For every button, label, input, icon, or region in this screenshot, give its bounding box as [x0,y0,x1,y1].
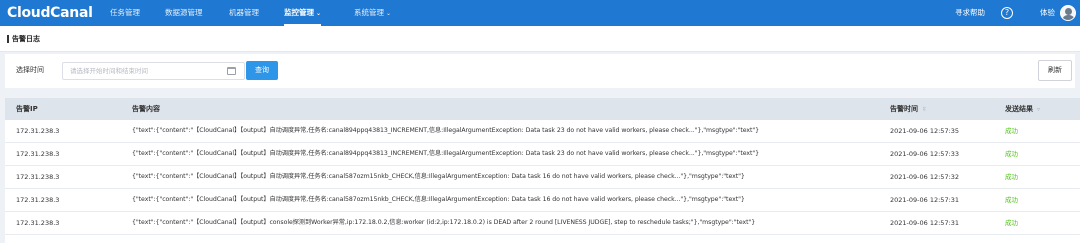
help-link[interactable]: 寻求帮助 [955,0,985,26]
column-header-label: 告警时间 [890,105,918,113]
send-result-cell: 成功 [1005,150,1018,158]
alert-time-cell: 2021-09-06 12:57:35 [890,127,960,135]
title-marker [7,35,9,43]
time-filter-label: 选择时间 [16,66,44,74]
date-range-placeholder: 请选择开始时间和结束时间 [70,67,148,75]
send-result-cell: 成功 [1005,219,1018,227]
column-header-label: 告警内容 [132,105,160,113]
alert-time-cell: 2021-09-06 12:57:32 [890,173,960,181]
alert-ip-cell: 172.31.238.3 [16,173,60,181]
date-range-input[interactable]: 请选择开始时间和结束时间 [62,62,245,80]
nav-item-label: 数据源管理 [165,8,203,17]
column-header-send-result[interactable]: 发送结果 ▿ [1005,98,1040,121]
column-header-label: 发送结果 [1005,105,1033,113]
alert-log-table: 告警IP 告警内容 告警时间 ⇳ 发送结果 ▿ 172.31.238.3 {"tex… [5,98,1080,243]
page-title: 告警日志 [12,35,40,43]
refresh-button[interactable]: 刷新 [1038,60,1072,81]
nav-item-monitor-management[interactable]: 监控管理 ⌄ [284,0,322,26]
user-name[interactable]: 体验 [1040,0,1055,26]
filter-icon[interactable]: ▿ [1037,106,1040,113]
table-row: 172.31.238.3 {"text":{"content":"【CloudC… [5,212,1080,235]
page-header: 告警日志 [0,26,1080,52]
alert-ip-cell: 172.31.238.3 [16,150,60,158]
alert-ip-cell: 172.31.238.3 [16,196,60,204]
alert-content-cell: {"text":{"content":"【CloudCanal】【output】… [132,127,760,134]
alert-ip-cell: 172.31.238.3 [16,127,60,135]
column-header-alert-time[interactable]: 告警时间 ⇳ [890,98,927,121]
chevron-down-icon: ⌄ [316,10,322,17]
filter-panel: 选择时间 请选择开始时间和结束时间 查询 刷新 [5,54,1075,88]
alert-time-cell: 2021-09-06 12:57:31 [890,219,960,227]
nav-item-system-management[interactable]: 系统管理 ⌄ [354,0,391,26]
sort-icon[interactable]: ⇳ [922,106,927,113]
nav-item-label: 监控管理 [284,8,314,17]
table-row: 172.31.238.3 {"text":{"content":"【CloudC… [5,166,1080,189]
top-navigation-bar: CloudCanal 任务管理 数据源管理 机器管理 监控管理 ⌄ 系统管理 ⌄ 寻… [0,0,1080,26]
app-logo[interactable]: CloudCanal [7,5,93,21]
table-row: 172.31.238.3 {"text":{"content":"【CloudC… [5,143,1080,166]
nav-item-label: 系统管理 [354,8,384,17]
nav-item-label: 机器管理 [229,8,259,17]
alert-content-cell: {"text":{"content":"【CloudCanal】【output】… [132,196,745,203]
table-row: 172.31.238.3 {"text":{"content":"【CloudC… [5,189,1080,212]
column-header-label: 告警IP [16,105,38,113]
nav-item-datasource-management[interactable]: 数据源管理 [165,0,203,26]
alert-content-cell: {"text":{"content":"【CloudCanal】【output】… [132,150,760,157]
alert-ip-cell: 172.31.238.3 [16,219,60,227]
alert-time-cell: 2021-09-06 12:57:33 [890,150,960,158]
send-result-cell: 成功 [1005,196,1018,204]
table-header: 告警IP 告警内容 告警时间 ⇳ 发送结果 ▿ [5,98,1080,120]
alert-content-cell: {"text":{"content":"【CloudCanal】【output】… [132,173,745,180]
send-result-cell: 成功 [1005,173,1018,181]
query-button[interactable]: 查询 [246,61,278,80]
calendar-icon[interactable] [227,67,236,75]
column-header-alert-content: 告警内容 [132,98,160,120]
send-result-cell: 成功 [1005,127,1018,135]
nav-item-machine-management[interactable]: 机器管理 [229,0,259,26]
alert-content-cell: {"text":{"content":"【CloudCanal】【output】… [132,219,756,226]
alert-time-cell: 2021-09-06 12:57:31 [890,196,960,204]
question-circle-icon[interactable]: ? [1001,7,1013,19]
column-header-alert-ip: 告警IP [16,98,38,120]
user-avatar-icon[interactable] [1060,5,1076,21]
nav-item-task-management[interactable]: 任务管理 [110,0,140,26]
table-row: 172.31.238.3 {"text":{"content":"【CloudC… [5,120,1080,143]
chevron-down-icon: ⌄ [386,10,392,17]
nav-item-label: 任务管理 [110,8,140,17]
